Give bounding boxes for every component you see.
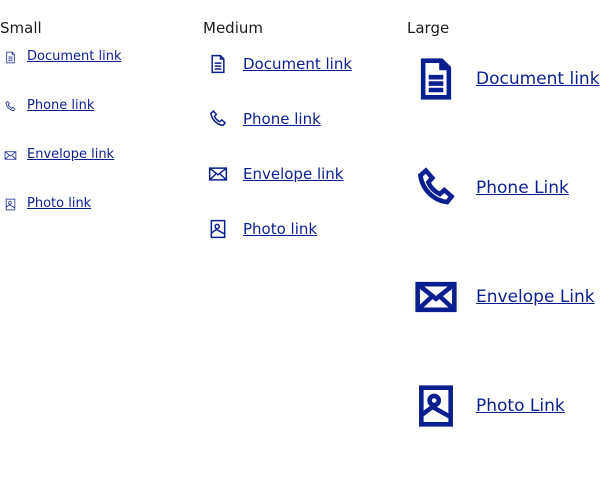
small-links-column: Small Document link Phone link Envelope … bbox=[0, 0, 200, 243]
photo-link-large[interactable]: Photo Link bbox=[407, 384, 565, 428]
column-heading-large: Large bbox=[407, 19, 450, 37]
small-link-list: Document link Phone link Envelope link P… bbox=[0, 47, 200, 243]
link-label: Document link bbox=[27, 49, 122, 64]
photo-icon bbox=[4, 198, 17, 211]
photo-icon bbox=[414, 384, 458, 428]
list-item: Phone link bbox=[0, 96, 200, 145]
list-item: Photo Link bbox=[407, 384, 600, 493]
envelope-icon bbox=[414, 275, 458, 319]
link-label: Document link bbox=[476, 69, 600, 89]
envelope-link-medium[interactable]: Envelope link bbox=[203, 164, 343, 184]
document-icon bbox=[208, 54, 228, 74]
link-label: Phone link bbox=[27, 98, 95, 113]
document-link-large[interactable]: Document link bbox=[407, 57, 600, 101]
large-link-list: Document link Phone Link Envelope Link P… bbox=[407, 57, 600, 493]
photo-icon bbox=[208, 219, 228, 239]
list-item: Phone link bbox=[203, 109, 403, 164]
list-item: Envelope Link bbox=[407, 275, 600, 384]
list-item: Phone Link bbox=[407, 166, 600, 275]
link-label: Phone Link bbox=[476, 178, 569, 198]
link-label: Photo Link bbox=[476, 396, 565, 416]
link-label: Photo link bbox=[243, 220, 318, 238]
phone-icon bbox=[414, 166, 458, 210]
list-item: Photo link bbox=[0, 194, 200, 243]
envelope-link-small[interactable]: Envelope link bbox=[0, 146, 114, 164]
list-item: Document link bbox=[0, 47, 200, 96]
list-item: Envelope link bbox=[203, 164, 403, 219]
column-heading-medium: Medium bbox=[203, 19, 263, 37]
list-item: Photo link bbox=[203, 219, 403, 274]
photo-link-small[interactable]: Photo link bbox=[0, 195, 91, 213]
envelope-icon bbox=[4, 149, 17, 162]
link-label: Envelope Link bbox=[476, 287, 595, 307]
link-label: Envelope link bbox=[243, 165, 344, 183]
link-label: Phone link bbox=[243, 110, 321, 128]
document-link-small[interactable]: Document link bbox=[0, 48, 121, 66]
document-link-medium[interactable]: Document link bbox=[203, 54, 352, 74]
list-item: Envelope link bbox=[0, 145, 200, 194]
link-label: Document link bbox=[243, 55, 353, 73]
document-icon bbox=[4, 51, 17, 64]
link-label: Envelope link bbox=[27, 147, 115, 162]
phone-icon bbox=[4, 100, 17, 113]
photo-link-medium[interactable]: Photo link bbox=[203, 219, 317, 239]
envelope-link-large[interactable]: Envelope Link bbox=[407, 275, 595, 319]
phone-link-small[interactable]: Phone link bbox=[0, 97, 94, 115]
medium-links-column: Medium Document link Phone link Envelope… bbox=[203, 0, 403, 274]
medium-link-list: Document link Phone link Envelope link P… bbox=[203, 54, 403, 274]
document-icon bbox=[414, 57, 458, 101]
list-item: Document link bbox=[407, 57, 600, 166]
phone-link-large[interactable]: Phone Link bbox=[407, 166, 569, 210]
link-label: Photo link bbox=[27, 196, 92, 211]
envelope-icon bbox=[208, 164, 228, 184]
phone-icon bbox=[208, 109, 228, 129]
large-links-column: Large Document link Phone Link Envelope … bbox=[407, 0, 600, 493]
phone-link-medium[interactable]: Phone link bbox=[203, 109, 321, 129]
column-heading-small: Small bbox=[0, 19, 42, 37]
list-item: Document link bbox=[203, 54, 403, 109]
